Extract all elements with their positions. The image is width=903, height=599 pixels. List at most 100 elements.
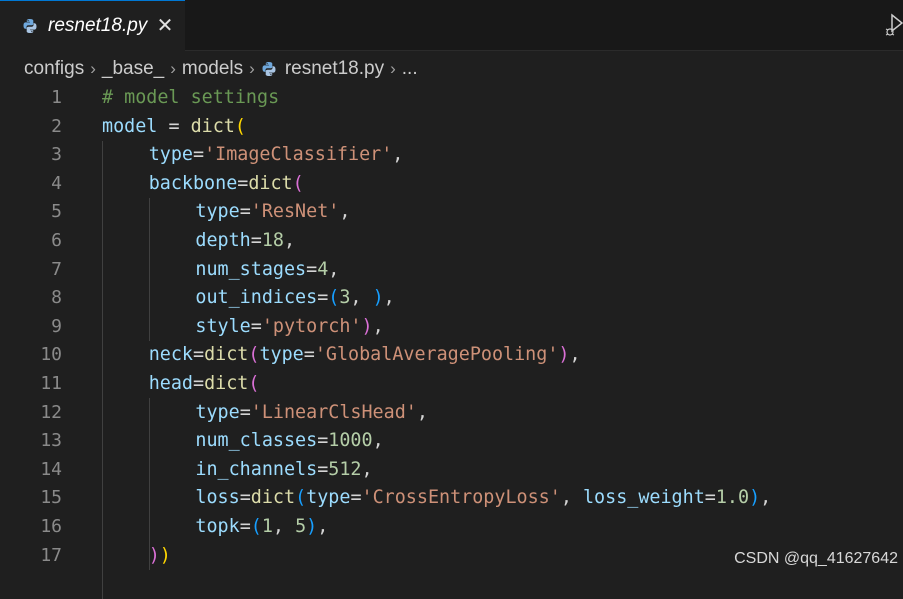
code-token: 1.0	[715, 487, 750, 509]
breadcrumb-item-file[interactable]: resnet18.py	[285, 58, 384, 80]
watermark: CSDN @qq_41627642	[734, 550, 898, 567]
code-text: backbone=dict(	[149, 170, 304, 199]
code-text: in_channels=512,	[195, 456, 372, 485]
code-token: head	[148, 373, 193, 394]
code-token: ,	[372, 430, 384, 452]
code-token: =	[303, 344, 315, 366]
code-token: style	[195, 315, 251, 337]
code-line[interactable]: 3 type='ImageClassifier',	[0, 141, 903, 170]
code-token: )	[148, 544, 160, 566]
code-text: topk=(1, 5),	[195, 513, 328, 542]
code-token: 1000	[328, 430, 373, 452]
line-number: 7	[51, 258, 62, 280]
code-line[interactable]: 14 in_channels=512,	[0, 456, 903, 485]
code-token: (	[248, 373, 260, 394]
code-token: =	[306, 258, 318, 280]
code-line[interactable]: 16 topk=(1, 5),	[0, 513, 903, 542]
code-token: dict	[250, 487, 296, 509]
code-line[interactable]: 1 # model settings	[0, 84, 903, 113]
code-token: 18	[261, 230, 284, 251]
code-text: type='ResNet',	[195, 198, 350, 227]
code-token: 'ResNet'	[250, 201, 340, 223]
code-token: 3	[339, 287, 351, 309]
breadcrumb-item-configs[interactable]: configs	[24, 58, 84, 80]
code-token: dict	[190, 115, 235, 137]
line-number: 3	[51, 144, 62, 166]
code-line[interactable]: 5 type='ResNet',	[0, 198, 903, 227]
code-line[interactable]: 8 out_indices=(3, ),	[0, 284, 903, 313]
code-line[interactable]: 4 backbone=dict(	[0, 170, 903, 199]
code-token: =	[250, 230, 262, 251]
code-token: ,	[272, 516, 296, 537]
code-token: type	[306, 487, 351, 509]
code-token: =	[317, 430, 329, 452]
code-token: =	[239, 401, 251, 423]
code-line[interactable]: 10 neck=dict(type='GlobalAveragePooling')…	[0, 341, 903, 370]
code-token: ,	[372, 315, 384, 337]
code-token: ,	[560, 487, 583, 509]
code-token: num_stages	[195, 258, 307, 280]
code-token: (	[295, 487, 307, 509]
code-token: (	[234, 115, 246, 137]
code-text: ))	[149, 542, 171, 571]
code-token: )	[361, 315, 373, 337]
code-token: neck	[148, 344, 193, 366]
line-number: 9	[51, 315, 62, 337]
editor-tab-resnet18[interactable]: resnet18.py ✕	[0, 0, 185, 51]
chevron-right-icon: ›	[90, 59, 96, 78]
code-token: ,	[328, 258, 340, 280]
code-token: 'GlobalAveragePooling'	[314, 344, 559, 366]
tab-title: resnet18.py	[48, 15, 148, 36]
code-editor[interactable]: 1 # model settings 2 model = dict(3 type='Im…	[0, 84, 903, 599]
code-token: ,	[284, 230, 296, 251]
code-token: 1	[261, 516, 273, 537]
code-text: depth=18,	[195, 227, 295, 256]
code-token: =	[237, 172, 249, 194]
line-number: 1	[51, 87, 62, 108]
code-line[interactable]: 15 loss=dict(type='CrossEntropyLoss', los…	[0, 484, 903, 513]
code-token: backbone	[148, 172, 238, 194]
breadcrumb-item-base[interactable]: _base_	[102, 58, 164, 80]
line-number: 13	[40, 430, 62, 452]
code-token: ,	[569, 344, 581, 366]
code-token: 'ImageClassifier'	[204, 144, 393, 166]
line-number: 4	[51, 172, 62, 194]
code-line[interactable]: 12 type='LinearClsHead',	[0, 399, 903, 428]
code-text: type='LinearClsHead',	[195, 399, 428, 428]
line-number: 14	[40, 458, 62, 480]
code-token: =	[704, 487, 716, 509]
tab-bar: resnet18.py ✕	[0, 0, 903, 51]
code-token: =	[239, 487, 251, 509]
code-token: ,	[361, 458, 373, 480]
code-token: ,	[383, 287, 395, 309]
code-text: num_classes=1000,	[195, 427, 383, 456]
code-line[interactable]: 6 depth=18,	[0, 227, 903, 256]
code-text: neck=dict(type='GlobalAveragePooling'),	[149, 341, 581, 370]
breadcrumb-item-symbols[interactable]: ...	[402, 58, 418, 80]
code-line[interactable]: 9 style='pytorch'),	[0, 313, 903, 342]
line-number: 11	[40, 373, 62, 394]
breadcrumb-item-models[interactable]: models	[182, 58, 243, 80]
code-token: 4	[317, 258, 329, 280]
code-line[interactable]: 2 model = dict(	[0, 113, 903, 142]
code-token: )	[372, 287, 384, 309]
code-token: dict	[204, 373, 249, 394]
code-token: type	[195, 201, 240, 223]
code-line[interactable]: 13 num_classes=1000,	[0, 427, 903, 456]
line-number: 5	[51, 201, 62, 223]
code-text: out_indices=(3, ),	[195, 284, 394, 313]
line-number: 10	[40, 344, 62, 366]
code-token: ,	[392, 144, 404, 166]
code-token: ,	[339, 201, 351, 223]
code-line[interactable]: 11 head=dict(	[0, 370, 903, 399]
close-icon[interactable]: ✕	[155, 15, 175, 35]
code-token: )	[159, 544, 171, 566]
code-token: =	[250, 315, 262, 337]
code-token: ,	[350, 287, 373, 309]
code-line[interactable]: 7 num_stages=4,	[0, 256, 903, 285]
line-number: 6	[51, 230, 62, 251]
chevron-right-icon: ›	[249, 59, 255, 78]
code-token: 5	[295, 516, 307, 537]
run-debug-icon[interactable]	[884, 12, 903, 38]
code-token: (	[248, 344, 260, 366]
